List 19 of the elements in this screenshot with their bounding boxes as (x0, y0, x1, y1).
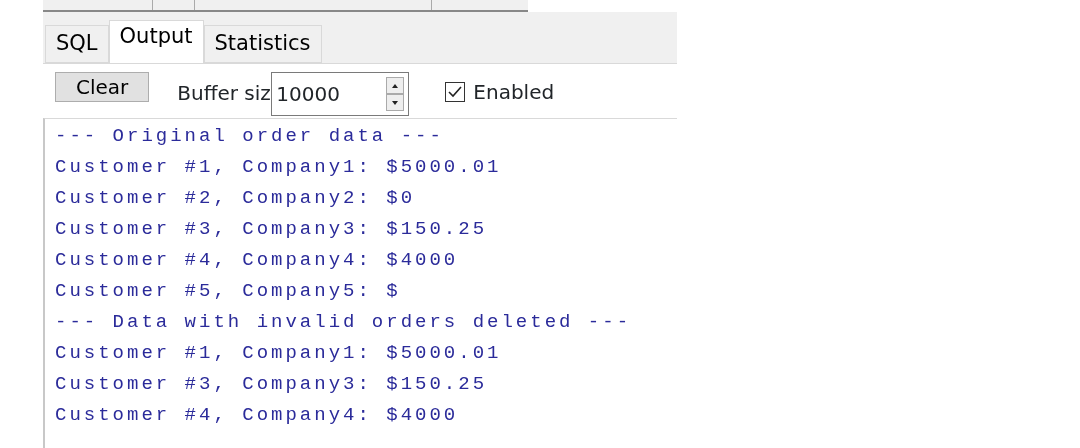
output-line: Customer #1, Company1: $5000.01 (55, 155, 503, 180)
enabled-checkbox[interactable] (445, 82, 466, 102)
buffer-size-spinbox[interactable]: 10000 (271, 72, 410, 116)
output-line: Customer #5, Company5: $ (55, 279, 402, 304)
clear-button[interactable]: Clear (55, 72, 150, 102)
spin-down-icon[interactable] (391, 98, 400, 107)
output-line: Customer #4, Company4: $4000 (55, 248, 460, 273)
output-line: Customer #3, Company3: $150.25 (55, 372, 489, 397)
tab[interactable]: Output (108, 20, 204, 64)
output-line: Customer #1, Company1: $5000.01 (55, 341, 503, 366)
output-line: Customer #2, Company2: $0 (55, 186, 417, 211)
tab[interactable]: SQL (45, 25, 109, 63)
output-line: Customer #3, Company3: $150.25 (55, 217, 489, 242)
tab[interactable]: Statistics (203, 25, 322, 63)
output-line: Customer #4, Company4: $4000 (55, 403, 460, 428)
output-line: --- Original order data --- (55, 124, 445, 149)
output-line: --- Data with invalid orders deleted --- (55, 310, 633, 335)
buffer-size-label: Buffer siz (177, 80, 272, 107)
checkbox-label: Enabled (473, 79, 555, 106)
